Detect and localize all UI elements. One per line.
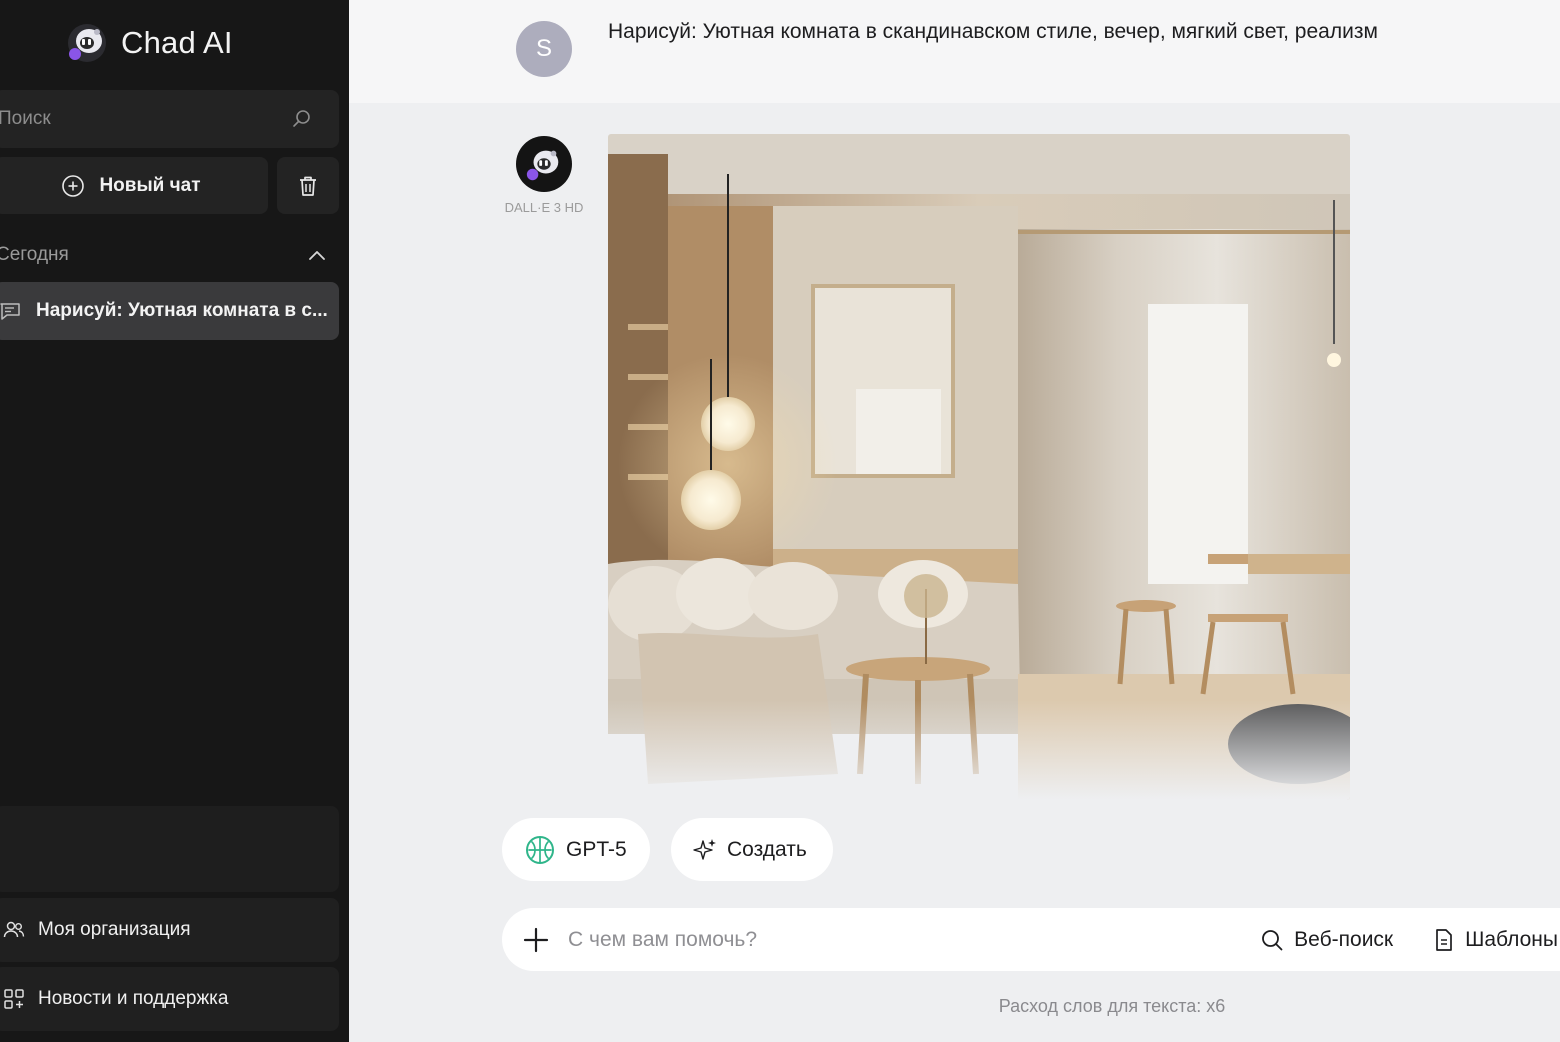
chad-logo-icon xyxy=(526,150,559,181)
templates-button[interactable]: Шаблоны xyxy=(1433,928,1558,952)
chat-list-item-title: Нарисуй: Уютная комната в с... xyxy=(36,300,328,321)
document-icon xyxy=(1436,928,1452,951)
room-illustration xyxy=(608,134,1350,800)
my-organization-label: Моя организация xyxy=(38,919,191,940)
templates-label: Шаблоны xyxy=(1465,927,1558,951)
model-selector-button[interactable]: GPT-5 xyxy=(502,818,650,881)
model-selector-label: GPT-5 xyxy=(566,837,627,861)
bot-avatar xyxy=(516,136,572,192)
news-support-button[interactable]: Новости и поддержка xyxy=(0,967,339,1031)
create-button[interactable]: Создать xyxy=(671,818,833,881)
delete-chats-button[interactable] xyxy=(277,157,339,214)
search-input[interactable] xyxy=(0,107,291,131)
generated-image[interactable] xyxy=(608,134,1350,800)
section-today-header[interactable]: Сегодня xyxy=(0,240,326,270)
user-avatar: S xyxy=(516,21,572,77)
search-icon[interactable] xyxy=(291,108,313,130)
plus-circle-icon xyxy=(62,174,85,197)
user-avatar-initial: S xyxy=(535,35,552,62)
bot-model-label: DALL·E 3 HD xyxy=(504,200,584,215)
chat-bubble-icon xyxy=(0,303,20,320)
sidebar-promo-card xyxy=(0,806,339,892)
word-usage-note: Расход слов для текста: x6 xyxy=(998,996,1226,1016)
sidebar: Chad AI Новый чат Сегодня xyxy=(0,0,349,1042)
gpt-icon xyxy=(526,835,554,864)
composer: Веб-поиск Шаблоны xyxy=(502,908,1560,971)
new-chat-button[interactable]: Новый чат xyxy=(0,157,268,214)
search-icon xyxy=(1262,929,1283,950)
brand[interactable]: Chad AI xyxy=(66,22,233,64)
new-chat-label: Новый чат xyxy=(99,174,201,196)
chat-list-item[interactable]: Нарисуй: Уютная комната в с... xyxy=(0,282,339,340)
web-search-button[interactable]: Веб-поиск xyxy=(1260,928,1393,952)
section-today-title: Сегодня xyxy=(0,244,69,265)
user-message-text: Нарисуй: Уютная комната в скандинавском … xyxy=(608,20,1378,43)
news-support-label: Новости и поддержка xyxy=(38,988,229,1009)
search-box[interactable] xyxy=(0,90,339,148)
sparkle-icon xyxy=(693,838,716,860)
web-search-label: Веб-поиск xyxy=(1294,927,1394,951)
users-icon xyxy=(3,921,25,938)
chad-logo-icon xyxy=(68,24,106,62)
attach-plus-icon[interactable] xyxy=(522,926,550,954)
trash-icon xyxy=(300,176,316,196)
message-input[interactable] xyxy=(566,926,1261,953)
my-organization-button[interactable]: Моя организация xyxy=(0,898,339,962)
chevron-up-icon[interactable] xyxy=(308,249,326,261)
apps-icon xyxy=(4,989,24,1009)
create-label: Создать xyxy=(727,837,807,861)
brand-name: Chad AI xyxy=(121,25,233,60)
